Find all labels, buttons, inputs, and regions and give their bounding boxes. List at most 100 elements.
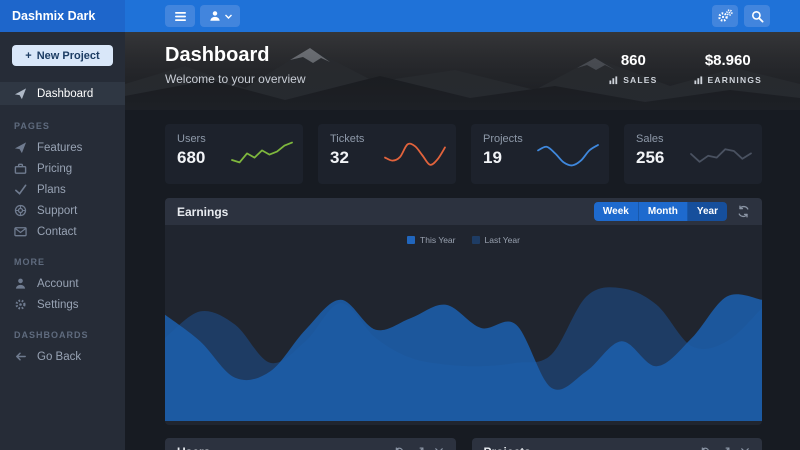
- cogs-icon: [718, 9, 733, 22]
- refresh-button[interactable]: [737, 205, 750, 218]
- sparkline-chart: [231, 141, 293, 164]
- hero-stats: 860 SALES $8.960 EARNINGS: [609, 52, 762, 85]
- range-button-week[interactable]: Week: [593, 202, 638, 221]
- main-content: Users 680 Tickets 32 Projects 19 Sales 2…: [165, 124, 762, 450]
- page-title: Dashboard: [165, 44, 270, 66]
- user-menu-button[interactable]: [200, 5, 240, 27]
- sidebar-item-contact[interactable]: Contact: [0, 221, 125, 242]
- hero-stat-value: 860: [620, 52, 646, 69]
- block-expand-button[interactable]: [414, 447, 424, 450]
- refresh-icon: [738, 205, 749, 218]
- top-header: Dashmix Dark: [0, 0, 800, 32]
- plus-icon: +: [25, 49, 32, 62]
- sidebar-item-account[interactable]: Account: [0, 273, 125, 294]
- expand-icon: [419, 447, 423, 450]
- sidebar-section-dashboards: DASHBOARDS: [14, 330, 89, 340]
- settings-cogs-button[interactable]: [712, 5, 738, 27]
- sidebar-toggle-button[interactable]: [165, 5, 195, 27]
- search-icon: [751, 10, 764, 23]
- stat-cards-row: Users 680 Tickets 32 Projects 19 Sales 2…: [165, 124, 762, 184]
- legend-item-this-year[interactable]: This Year: [407, 235, 456, 245]
- gear-icon: [14, 298, 28, 311]
- earnings-panel-header: Earnings Week Month Year: [165, 198, 762, 225]
- range-button-year[interactable]: Year: [686, 202, 727, 221]
- bottom-block-projects: Projects: [471, 438, 762, 450]
- hero-stat-earnings: $8.960 EARNINGS: [693, 52, 762, 85]
- new-project-label: New Project: [36, 49, 100, 62]
- hero-stat-sales: 860 SALES: [609, 52, 657, 85]
- bar-chart-icon: [609, 75, 618, 84]
- sidebar-item-features[interactable]: Features: [0, 137, 125, 158]
- sidebar-item-label: Account: [37, 277, 79, 290]
- briefcase-icon: [14, 162, 28, 175]
- sidebar-item-label: Settings: [37, 298, 79, 311]
- legend-item-last-year[interactable]: Last Year: [471, 235, 520, 245]
- hero-stat-value: $8.960: [704, 52, 751, 69]
- sidebar-item-label: Contact: [37, 225, 77, 238]
- new-project-button[interactable]: + New Project: [12, 45, 113, 66]
- paper-plane-icon: [14, 87, 28, 100]
- app-root: Dashmix Dark + New Project Dashboard PAG…: [0, 0, 800, 450]
- brand-title: Dashmix Dark: [12, 9, 96, 23]
- sidebar-item-settings[interactable]: Settings: [0, 294, 125, 315]
- stat-card-projects: Projects 19: [471, 124, 609, 184]
- bar-chart-icon: [693, 75, 702, 84]
- chevron-down-icon: [224, 14, 232, 19]
- close-icon: [741, 447, 749, 450]
- panel-title: Earnings: [177, 204, 229, 219]
- sidebar-item-label: Pricing: [37, 162, 73, 175]
- legend-swatch: [407, 236, 416, 244]
- refresh-icon: [395, 446, 403, 450]
- block-refresh-button[interactable]: [394, 446, 404, 450]
- sidebar-item-label: Dashboard: [37, 87, 94, 100]
- block-expand-button[interactable]: [720, 447, 730, 450]
- menu-icon: [174, 11, 186, 21]
- sparkline-chart: [690, 148, 752, 163]
- sparkline-chart: [384, 142, 446, 166]
- hero-stat-label: SALES: [623, 75, 658, 85]
- earnings-panel: Earnings Week Month Year This Year Last …: [165, 198, 762, 425]
- close-icon: [434, 447, 443, 450]
- earnings-area-chart: [165, 287, 762, 421]
- legend-swatch: [471, 236, 480, 244]
- sidebar-item-label: Plans: [37, 183, 66, 196]
- page-subtitle: Welcome to your overview: [165, 72, 306, 86]
- block-close-button[interactable]: [434, 447, 444, 450]
- user-icon: [14, 277, 28, 290]
- sidebar: + New Project Dashboard PAGES Features P…: [0, 32, 125, 450]
- block-refresh-button[interactable]: [700, 446, 710, 450]
- sidebar-item-label: Support: [37, 204, 78, 217]
- bottom-blocks-row: Users Project: [165, 438, 762, 450]
- hero-banner: Dashboard Welcome to your overview 860 S…: [125, 32, 800, 110]
- refresh-icon: [701, 446, 709, 450]
- sidebar-section-pages: PAGES: [14, 121, 50, 131]
- stat-card-sales: Sales 256: [624, 124, 762, 184]
- sidebar-section-more: MORE: [14, 257, 45, 267]
- user-icon: [209, 11, 220, 21]
- expand-icon: [725, 447, 730, 450]
- arrow-left-icon: [14, 350, 28, 363]
- search-button[interactable]: [744, 5, 770, 27]
- sidebar-item-dashboard[interactable]: Dashboard: [0, 82, 125, 105]
- block-close-button[interactable]: [740, 447, 750, 450]
- sidebar-item-support[interactable]: Support: [0, 200, 125, 221]
- sidebar-item-plans[interactable]: Plans: [0, 179, 125, 200]
- brand[interactable]: Dashmix Dark: [0, 0, 125, 32]
- check-icon: [14, 183, 28, 196]
- envelope-icon: [14, 225, 28, 238]
- sidebar-item-go-back[interactable]: Go Back: [0, 346, 125, 367]
- panel-title: Users: [177, 445, 210, 450]
- bottom-block-users: Users: [165, 438, 456, 450]
- sidebar-item-pricing[interactable]: Pricing: [0, 158, 125, 179]
- earnings-panel-body: This Year Last Year: [165, 225, 762, 425]
- sidebar-item-label: Go Back: [37, 350, 82, 363]
- panel-title: Projects: [484, 445, 531, 450]
- stat-card-tickets: Tickets 32: [318, 124, 456, 184]
- legend-label: Last Year: [484, 235, 520, 245]
- paper-plane-icon: [14, 141, 28, 154]
- sparkline-chart: [537, 144, 599, 167]
- life-ring-icon: [14, 204, 28, 217]
- range-button-month[interactable]: Month: [637, 202, 687, 221]
- sidebar-item-label: Features: [37, 141, 83, 154]
- legend-label: This Year: [420, 235, 456, 245]
